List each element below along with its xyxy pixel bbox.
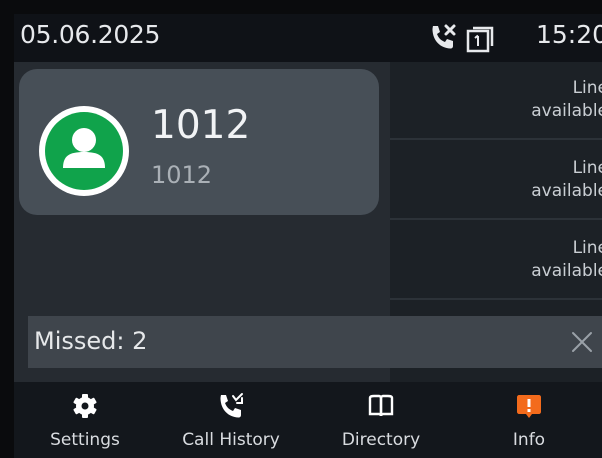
line-slot-status: available	[531, 181, 602, 201]
phone-screen: 05.06.2025 15:20 1012 1012 Lin available…	[14, 14, 602, 458]
line-slot[interactable]: Line available	[390, 62, 602, 140]
nav-directory-label: Directory	[341, 430, 421, 450]
nav-directory[interactable]: Directory	[306, 382, 456, 458]
user-icon	[63, 128, 105, 168]
line-slot-status: available	[531, 101, 602, 121]
account-number: 1012	[151, 161, 213, 189]
avatar	[39, 106, 129, 196]
line-slot-label: Line	[572, 238, 602, 258]
close-icon[interactable]	[570, 330, 594, 354]
bottom-navigation: Settings Call History Directory Info	[14, 382, 602, 458]
nav-info-label: Info	[512, 430, 546, 450]
line-status-icon	[466, 26, 494, 53]
gear-icon	[73, 394, 97, 418]
avatar-status-ring	[45, 112, 123, 190]
nav-info[interactable]: Info	[456, 382, 602, 458]
missed-call-icon	[432, 24, 456, 49]
line-slot-label: Line	[572, 78, 602, 98]
line-slot-status: available	[531, 261, 602, 281]
nav-settings[interactable]: Settings	[14, 382, 156, 458]
line-slot-label: Line	[572, 158, 602, 178]
status-date: 05.06.2025	[20, 20, 161, 49]
missed-calls-text: Missed: 2	[34, 327, 148, 355]
status-bar: 05.06.2025 15:20	[14, 14, 602, 62]
account-name: 1012	[151, 103, 251, 148]
line-slot[interactable]: Line available	[390, 142, 602, 220]
info-icon	[517, 395, 541, 418]
line-slot[interactable]: Line available	[390, 222, 602, 300]
nav-call-history-label: Call History	[182, 430, 280, 450]
missed-calls-notification[interactable]: Missed: 2	[28, 316, 602, 368]
nav-call-history[interactable]: Call History	[156, 382, 306, 458]
account-card[interactable]: 1012 1012	[19, 69, 379, 215]
nav-settings-label: Settings	[50, 430, 120, 450]
status-time: 15:20	[535, 20, 602, 49]
directory-book-icon	[368, 394, 394, 417]
call-history-icon	[220, 393, 243, 418]
